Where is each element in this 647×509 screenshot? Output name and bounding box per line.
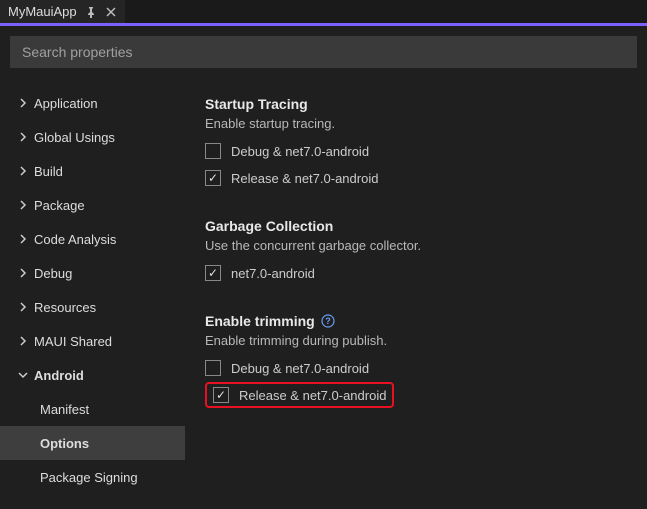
- chevron-right-icon: [18, 336, 28, 346]
- section-desc: Enable startup tracing.: [205, 116, 627, 131]
- pin-icon[interactable]: [85, 6, 97, 18]
- checkbox-label: Debug & net7.0-android: [231, 361, 369, 376]
- chevron-right-icon: [18, 132, 28, 142]
- sidebar: Application Global Usings Build Package Code…: [0, 78, 185, 509]
- chevron-down-icon: [18, 370, 28, 380]
- sidebar-item-code-analysis[interactable]: Code Analysis: [0, 222, 185, 256]
- section-title: Startup Tracing: [205, 96, 627, 112]
- sidebar-item-global-usings[interactable]: Global Usings: [0, 120, 185, 154]
- checkbox-label: net7.0-android: [231, 266, 315, 281]
- tab-title: MyMauiApp: [8, 4, 77, 19]
- sidebar-item-build[interactable]: Build: [0, 154, 185, 188]
- sidebar-item-options[interactable]: Options: [0, 426, 185, 460]
- sidebar-item-label: Resources: [34, 300, 96, 315]
- checkbox[interactable]: [205, 265, 221, 281]
- checkbox-row: Release & net7.0-android: [205, 166, 627, 190]
- main-panel: Startup Tracing Enable startup tracing. …: [185, 78, 647, 509]
- sidebar-item-label: Options: [40, 436, 89, 451]
- section-desc: Enable trimming during publish.: [205, 333, 627, 348]
- sidebar-item-package[interactable]: Package: [0, 188, 185, 222]
- checkbox-label: Release & net7.0-android: [231, 171, 378, 186]
- sidebar-item-label: Package: [34, 198, 85, 213]
- section-desc: Use the concurrent garbage collector.: [205, 238, 627, 253]
- sidebar-item-application[interactable]: Application: [0, 86, 185, 120]
- checkbox-row: Debug & net7.0-android: [205, 139, 627, 163]
- checkbox[interactable]: [213, 387, 229, 403]
- chevron-right-icon: [18, 98, 28, 108]
- section-enable-trimming: Enable trimming ? Enable trimming during…: [205, 313, 627, 408]
- sidebar-item-label: MAUI Shared: [34, 334, 112, 349]
- tab-bar: MyMauiApp: [0, 0, 647, 26]
- checkbox-label: Debug & net7.0-android: [231, 144, 369, 159]
- sidebar-item-maui-shared[interactable]: MAUI Shared: [0, 324, 185, 358]
- checkbox-row: Debug & net7.0-android: [205, 356, 627, 380]
- section-startup-tracing: Startup Tracing Enable startup tracing. …: [205, 96, 627, 190]
- chevron-right-icon: [18, 166, 28, 176]
- checkbox[interactable]: [205, 170, 221, 186]
- sidebar-item-label: Code Analysis: [34, 232, 116, 247]
- sidebar-item-label: Build: [34, 164, 63, 179]
- sidebar-item-label: Android: [34, 368, 84, 383]
- sidebar-item-label: Global Usings: [34, 130, 115, 145]
- sidebar-item-label: Debug: [34, 266, 72, 281]
- search-input[interactable]: [10, 36, 637, 68]
- section-garbage-collection: Garbage Collection Use the concurrent ga…: [205, 218, 627, 285]
- section-title: Garbage Collection: [205, 218, 627, 234]
- checkbox[interactable]: [205, 360, 221, 376]
- sidebar-item-label: Application: [34, 96, 98, 111]
- chevron-right-icon: [18, 268, 28, 278]
- sidebar-item-manifest[interactable]: Manifest: [0, 392, 185, 426]
- sidebar-item-package-signing[interactable]: Package Signing: [0, 460, 185, 494]
- sidebar-item-android[interactable]: Android: [0, 358, 185, 392]
- tab-mymauiapp[interactable]: MyMauiApp: [0, 0, 125, 23]
- highlighted-option: Release & net7.0-android: [205, 382, 394, 408]
- checkbox-row: net7.0-android: [205, 261, 627, 285]
- sidebar-item-resources[interactable]: Resources: [0, 290, 185, 324]
- checkbox[interactable]: [205, 143, 221, 159]
- chevron-right-icon: [18, 302, 28, 312]
- chevron-right-icon: [18, 234, 28, 244]
- help-icon[interactable]: ?: [321, 314, 335, 328]
- checkbox-label: Release & net7.0-android: [239, 388, 386, 403]
- close-icon[interactable]: [105, 6, 117, 18]
- sidebar-item-label: Manifest: [40, 402, 89, 417]
- section-title-text: Enable trimming: [205, 313, 315, 329]
- section-title: Enable trimming ?: [205, 313, 627, 329]
- search-row: [0, 26, 647, 78]
- chevron-right-icon: [18, 200, 28, 210]
- sidebar-item-label: Package Signing: [40, 470, 138, 485]
- sidebar-item-debug[interactable]: Debug: [0, 256, 185, 290]
- svg-text:?: ?: [325, 316, 331, 326]
